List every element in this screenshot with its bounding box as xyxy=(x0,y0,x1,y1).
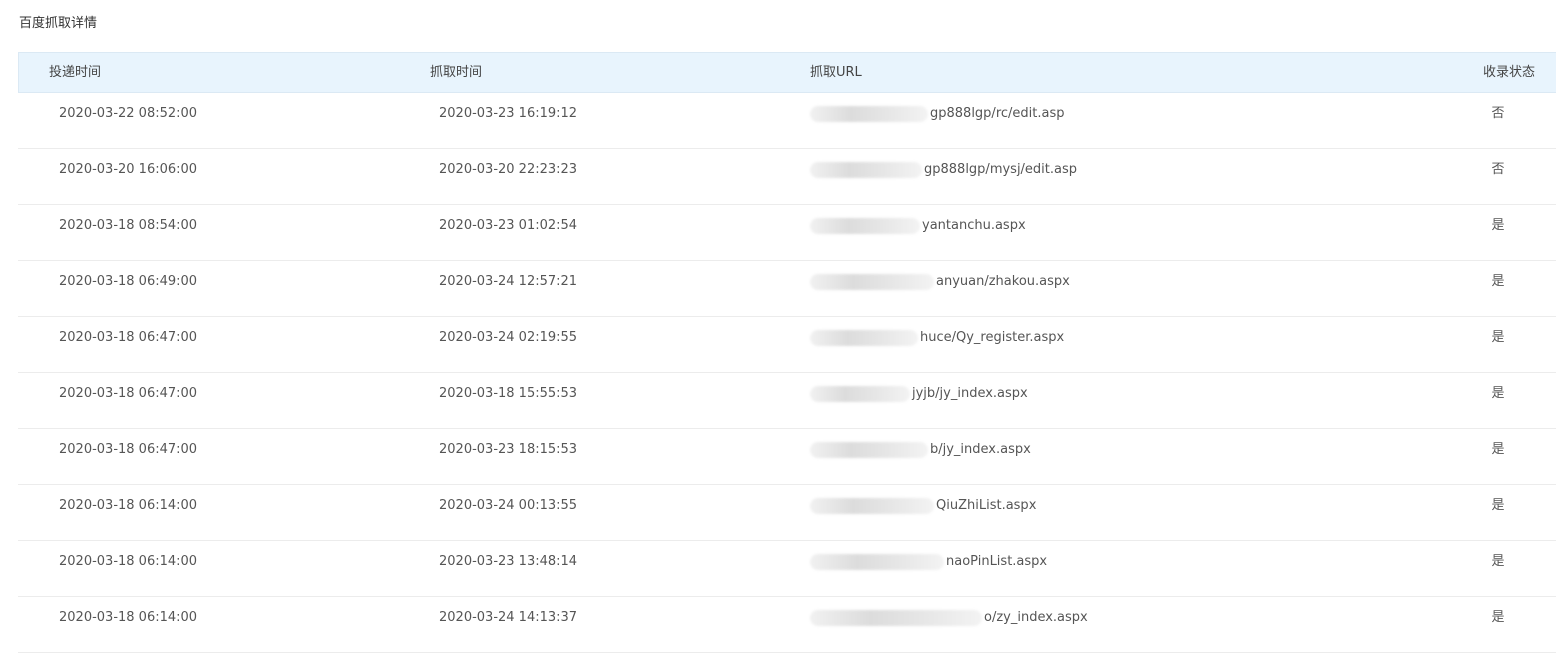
crawl-url-text: gp888lgp/rc/edit.asp xyxy=(930,106,1065,121)
index-status-cell: 是 xyxy=(1491,274,1505,289)
table-body: 2020-03-22 08:52:00 2020-03-23 16:19:12 … xyxy=(18,93,1556,653)
crawl-url-cell: huce/Qy_register.aspx xyxy=(810,330,1064,352)
crawl-url-cell: b/jy_index.aspx xyxy=(810,442,1031,464)
crawl-url-cell: naoPinList.aspx xyxy=(810,554,1047,576)
crawl-url-text: yantanchu.aspx xyxy=(922,218,1026,233)
redacted-url-blur xyxy=(810,498,934,514)
index-status-cell: 是 xyxy=(1491,610,1505,625)
redacted-url-blur xyxy=(810,106,928,122)
page-title: 百度抓取详情 xyxy=(19,16,98,31)
submit-time-cell: 2020-03-18 06:14:00 xyxy=(59,610,198,625)
table-row: 2020-03-18 06:49:00 2020-03-24 12:57:21 … xyxy=(18,261,1556,317)
crawl-time-cell: 2020-03-24 00:13:55 xyxy=(439,498,578,513)
table-row: 2020-03-18 06:14:00 2020-03-24 14:13:37 … xyxy=(18,597,1556,653)
redacted-url-blur xyxy=(810,442,928,458)
crawl-time-cell: 2020-03-24 12:57:21 xyxy=(439,274,578,289)
index-status-cell: 是 xyxy=(1491,218,1505,233)
crawl-url-text: QiuZhiList.aspx xyxy=(936,498,1037,513)
crawl-time-cell: 2020-03-24 14:13:37 xyxy=(439,610,578,625)
crawl-url-cell: gp888lgp/rc/edit.asp xyxy=(810,106,1064,128)
table-header: 投递时间 抓取时间 抓取URL 收录状态 xyxy=(18,52,1556,93)
crawl-url-text: o/zy_index.aspx xyxy=(984,610,1088,625)
header-index-status: 收录状态 xyxy=(1482,65,1535,80)
redacted-url-blur xyxy=(810,610,982,626)
table-row: 2020-03-18 06:14:00 2020-03-23 13:48:14 … xyxy=(18,541,1556,597)
submit-time-cell: 2020-03-18 06:47:00 xyxy=(59,386,198,401)
redacted-url-blur xyxy=(810,218,920,234)
submit-time-cell: 2020-03-18 06:47:00 xyxy=(59,442,198,457)
index-status-cell: 是 xyxy=(1491,442,1505,457)
crawl-url-text: gp888lgp/mysj/edit.asp xyxy=(924,162,1078,177)
table-row: 2020-03-18 06:14:00 2020-03-24 00:13:55 … xyxy=(18,485,1556,541)
redacted-url-blur xyxy=(810,386,910,402)
index-status-cell: 是 xyxy=(1491,330,1505,345)
redacted-url-blur xyxy=(810,162,922,178)
submit-time-cell: 2020-03-18 06:14:00 xyxy=(59,498,198,513)
index-status-cell: 否 xyxy=(1491,162,1505,177)
crawl-time-cell: 2020-03-24 02:19:55 xyxy=(439,330,578,345)
crawl-url-cell: gp888lgp/mysj/edit.asp xyxy=(810,162,1077,184)
submit-time-cell: 2020-03-18 06:47:00 xyxy=(59,330,198,345)
crawl-url-cell: anyuan/zhakou.aspx xyxy=(810,274,1070,296)
header-submit-time: 投递时间 xyxy=(49,65,102,80)
header-crawl-time: 抓取时间 xyxy=(430,65,483,80)
submit-time-cell: 2020-03-18 06:49:00 xyxy=(59,274,198,289)
crawl-time-cell: 2020-03-20 22:23:23 xyxy=(439,162,578,177)
table-row: 2020-03-18 06:47:00 2020-03-23 18:15:53 … xyxy=(18,429,1556,485)
crawl-url-text: jyjb/jy_index.aspx xyxy=(912,386,1028,401)
index-status-cell: 是 xyxy=(1491,554,1505,569)
crawl-time-cell: 2020-03-23 16:19:12 xyxy=(439,106,578,121)
redacted-url-blur xyxy=(810,274,934,290)
table-row: 2020-03-18 08:54:00 2020-03-23 01:02:54 … xyxy=(18,205,1556,261)
crawl-time-cell: 2020-03-23 13:48:14 xyxy=(439,554,578,569)
submit-time-cell: 2020-03-22 08:52:00 xyxy=(59,106,198,121)
table-row: 2020-03-18 06:47:00 2020-03-24 02:19:55 … xyxy=(18,317,1556,373)
crawl-url-text: anyuan/zhakou.aspx xyxy=(936,274,1070,289)
crawl-details-table: 投递时间 抓取时间 抓取URL 收录状态 2020-03-22 08:52:00… xyxy=(18,52,1556,653)
crawl-time-cell: 2020-03-23 01:02:54 xyxy=(439,218,578,233)
table-row: 2020-03-22 08:52:00 2020-03-23 16:19:12 … xyxy=(18,93,1556,149)
crawl-url-cell: QiuZhiList.aspx xyxy=(810,498,1036,520)
table-row: 2020-03-18 06:47:00 2020-03-18 15:55:53 … xyxy=(18,373,1556,429)
redacted-url-blur xyxy=(810,330,918,346)
crawl-url-text: b/jy_index.aspx xyxy=(930,442,1031,457)
crawl-time-cell: 2020-03-23 18:15:53 xyxy=(439,442,578,457)
redacted-url-blur xyxy=(810,554,944,570)
table-row: 2020-03-20 16:06:00 2020-03-20 22:23:23 … xyxy=(18,149,1556,205)
index-status-cell: 是 xyxy=(1491,498,1505,513)
index-status-cell: 否 xyxy=(1491,106,1505,121)
crawl-url-cell: jyjb/jy_index.aspx xyxy=(810,386,1028,408)
header-crawl-url: 抓取URL xyxy=(810,65,862,80)
crawl-time-cell: 2020-03-18 15:55:53 xyxy=(439,386,578,401)
submit-time-cell: 2020-03-20 16:06:00 xyxy=(59,162,198,177)
index-status-cell: 是 xyxy=(1491,386,1505,401)
submit-time-cell: 2020-03-18 08:54:00 xyxy=(59,218,198,233)
crawl-url-cell: yantanchu.aspx xyxy=(810,218,1026,240)
crawl-url-text: naoPinList.aspx xyxy=(946,554,1048,569)
crawl-url-text: huce/Qy_register.aspx xyxy=(920,330,1065,345)
submit-time-cell: 2020-03-18 06:14:00 xyxy=(59,554,198,569)
crawl-url-cell: o/zy_index.aspx xyxy=(810,610,1088,632)
